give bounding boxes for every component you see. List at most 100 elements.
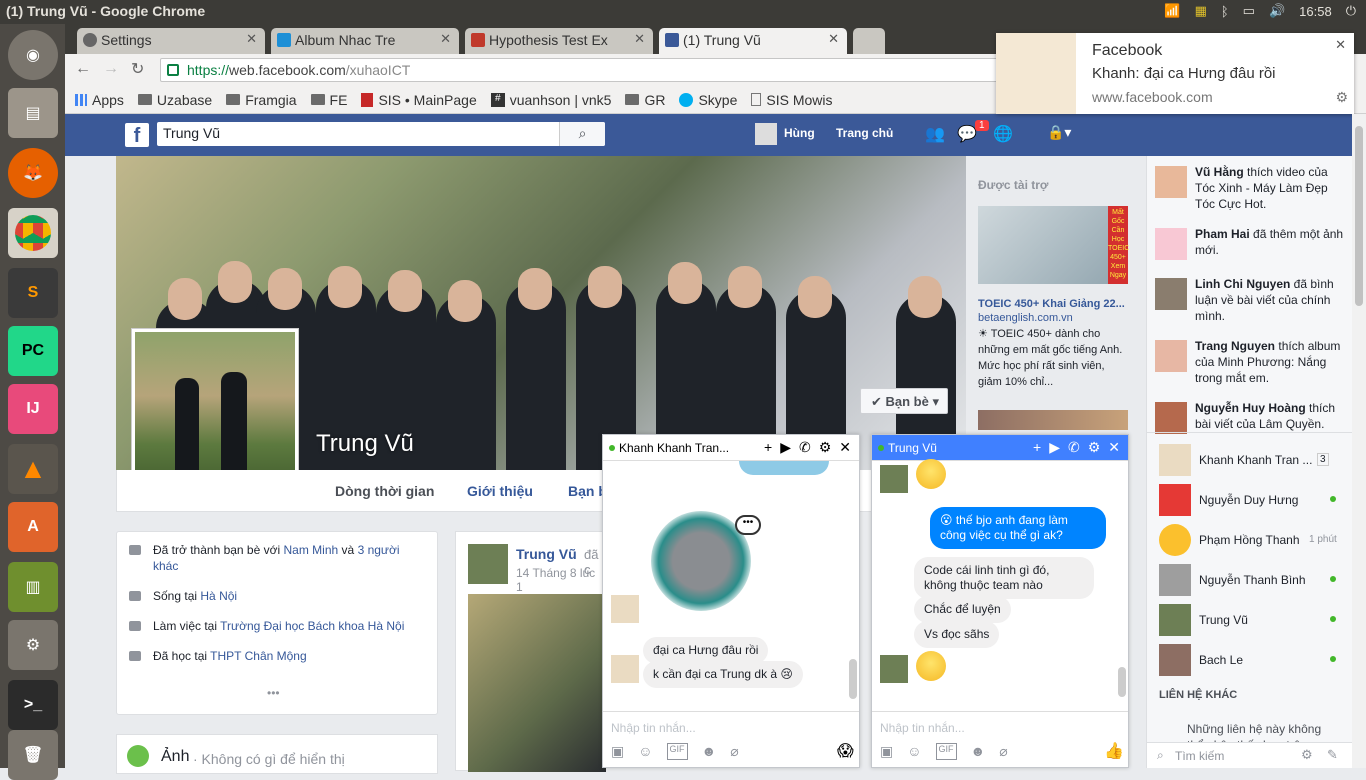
- phone-icon[interactable]: ✆: [799, 439, 811, 456]
- like-icon[interactable]: 👍: [1104, 741, 1124, 761]
- post-photo[interactable]: [468, 594, 606, 772]
- add-person-icon[interactable]: +: [764, 439, 772, 456]
- video-call-icon[interactable]: ▶: [780, 439, 791, 456]
- emoji-icon[interactable]: ☻: [702, 743, 717, 760]
- friend-status-button[interactable]: ✔ Bạn bè ▾: [860, 388, 948, 414]
- friend-link[interactable]: Nam Minh: [284, 543, 339, 557]
- contact-item[interactable]: Khanh Khanh Tran ... 3: [1159, 444, 1344, 478]
- contact-item[interactable]: Nguyễn Thanh Bình: [1159, 564, 1344, 598]
- post-author[interactable]: Trung Vũ: [516, 546, 577, 562]
- gear-icon[interactable]: ⚙: [1301, 747, 1313, 763]
- tab-settings[interactable]: Settings ✕: [77, 28, 265, 54]
- contact-item[interactable]: Phạm Hồng Thanh 1 phút: [1159, 524, 1344, 558]
- facebook-logo-icon[interactable]: f: [125, 123, 149, 147]
- desktop-notification[interactable]: Facebook Khanh: đại ca Hưng đâu rồi www.…: [996, 33, 1354, 114]
- new-tab-button[interactable]: [853, 28, 885, 54]
- volume-icon[interactable]: 🔊: [1269, 3, 1285, 19]
- sticker-icon[interactable]: ☺: [638, 743, 652, 760]
- contact-item[interactable]: Nguyễn Duy Hưng: [1159, 484, 1344, 518]
- ticker-item[interactable]: Trang Nguyen thích album của Minh Phương…: [1155, 338, 1345, 386]
- school-link[interactable]: THPT Chân Mộng: [210, 649, 307, 663]
- files-icon[interactable]: ▤: [8, 88, 58, 138]
- chat-title[interactable]: Khanh Khanh Tran...: [619, 441, 729, 455]
- compose-icon[interactable]: ✎: [1327, 747, 1338, 763]
- avatar[interactable]: [468, 544, 508, 584]
- gif-icon[interactable]: GIF: [666, 743, 688, 760]
- privacy-lock-icon[interactable]: 🔒▾: [1047, 124, 1071, 141]
- software-center-icon[interactable]: A: [8, 502, 58, 552]
- terminal-icon[interactable]: >_: [8, 680, 58, 730]
- system-settings-icon[interactable]: ⚙: [8, 620, 58, 670]
- address-bar[interactable]: https://web.facebook.com/xuhaoICT: [160, 58, 1060, 82]
- sublime-text-icon[interactable]: S: [8, 268, 58, 318]
- chat-title[interactable]: Trung Vũ: [888, 441, 937, 455]
- photo-icon[interactable]: ▣: [611, 743, 624, 760]
- gif-icon[interactable]: GIF: [935, 743, 957, 760]
- intellij-icon[interactable]: IJ: [8, 384, 58, 434]
- apps-indicator-icon[interactable]: ▦: [1195, 3, 1207, 19]
- bookmark-uzabase[interactable]: Uzabase: [137, 92, 212, 108]
- wifi-icon[interactable]: 📶: [1164, 3, 1180, 19]
- others-link[interactable]: 3 người: [358, 543, 400, 557]
- sticker-icon[interactable]: ☺: [907, 743, 921, 760]
- chrome-icon[interactable]: [8, 208, 58, 258]
- reaction-emoji-icon[interactable]: 😱: [837, 741, 854, 761]
- firefox-icon[interactable]: 🦊: [8, 148, 58, 198]
- search-input[interactable]: Trung Vũ: [157, 122, 605, 146]
- emoji-icon[interactable]: ☻: [971, 743, 986, 760]
- ticker-item[interactable]: Nguyễn Huy Hoàng thích bài viết của Lâm …: [1155, 400, 1345, 434]
- bookmark-framgia[interactable]: Framgia: [226, 92, 297, 108]
- books-icon[interactable]: ▥: [8, 562, 58, 612]
- ubuntu-dash-icon[interactable]: ◉: [8, 30, 58, 80]
- profile-link[interactable]: Hùng: [784, 126, 815, 140]
- avatar[interactable]: [755, 123, 777, 145]
- tab-hypothesis-test[interactable]: Hypothesis Test Ex ✕: [465, 28, 653, 54]
- vlc-icon[interactable]: ▲: [8, 444, 58, 494]
- bookmark-vuanhson[interactable]: # vuanhson | vnk5: [490, 92, 611, 108]
- ad-title[interactable]: TOEIC 450+ Khai Giảng 22...: [978, 298, 1128, 310]
- pycharm-icon[interactable]: PC: [8, 326, 58, 376]
- bookmark-fe[interactable]: FE: [310, 92, 347, 108]
- add-person-icon[interactable]: +: [1033, 439, 1041, 456]
- gear-icon[interactable]: ⚙: [1088, 439, 1101, 456]
- close-icon[interactable]: ✕: [440, 31, 451, 47]
- page-scrollbar[interactable]: [1352, 114, 1366, 768]
- ad-domain[interactable]: betaenglish.com.vn: [978, 312, 1128, 324]
- video-call-icon[interactable]: ▶: [1049, 439, 1060, 456]
- system-tray[interactable]: 📶 ▦ ᛒ ▭ 🔊 16:58 ⏻: [1164, 3, 1356, 19]
- attach-icon[interactable]: ⌀: [730, 743, 738, 760]
- contact-item[interactable]: Bach Le: [1159, 644, 1344, 678]
- close-icon[interactable]: ✕: [246, 31, 257, 47]
- battery-icon[interactable]: ▭: [1243, 3, 1255, 19]
- message-input[interactable]: Nhập tin nhắn...: [880, 721, 965, 735]
- sidebar-search[interactable]: ⌕ Tìm kiếm ⚙ ✎: [1147, 742, 1353, 768]
- city-link[interactable]: Hà Nội: [200, 589, 237, 603]
- clock[interactable]: 16:58: [1299, 4, 1332, 19]
- profile-name[interactable]: Trung Vũ: [316, 430, 414, 458]
- chat-header[interactable]: Trung Vũ + ▶ ✆ ⚙ ✕: [872, 435, 1128, 461]
- workplace-link[interactable]: Trường Đại học Bách khoa Hà Nội: [220, 619, 404, 633]
- home-link[interactable]: Trang chủ: [836, 126, 893, 140]
- trash-icon[interactable]: 🗑: [8, 730, 58, 780]
- tab-album-nhac-tre[interactable]: Album Nhac Tre ✕: [271, 28, 459, 54]
- tab-timeline[interactable]: Dòng thời gian: [335, 483, 434, 499]
- bookmark-sis-mowis[interactable]: SIS Mowis: [751, 92, 833, 108]
- close-icon[interactable]: ✕: [1108, 439, 1120, 456]
- close-icon[interactable]: ✕: [1335, 37, 1346, 53]
- bookmark-skype[interactable]: Skype: [679, 92, 737, 108]
- attach-icon[interactable]: ⌀: [999, 743, 1007, 760]
- ad-image-2[interactable]: [978, 410, 1128, 430]
- chat-header[interactable]: Khanh Khanh Tran... + ▶ ✆ ⚙ ✕: [603, 435, 859, 461]
- message-input[interactable]: Nhập tin nhắn...: [611, 721, 696, 735]
- bluetooth-icon[interactable]: ᛒ: [1221, 4, 1229, 19]
- bookmark-gr[interactable]: GR: [625, 92, 665, 108]
- gear-icon[interactable]: ⚙: [1335, 89, 1348, 106]
- search-icon[interactable]: ⌕: [559, 122, 605, 146]
- close-icon[interactable]: ✕: [839, 439, 851, 456]
- power-icon[interactable]: ⏻: [1346, 3, 1356, 19]
- scrollbar-thumb[interactable]: [1355, 126, 1363, 306]
- ticker-item[interactable]: Vũ Hằng thích video của Tóc Xinh - Máy L…: [1155, 164, 1345, 212]
- ad-image[interactable]: Mất Gốc Cần Học TOEIC 450+ Xem Ngay: [978, 206, 1129, 284]
- chat-scrollbar[interactable]: [1118, 667, 1126, 697]
- tab-facebook[interactable]: (1) Trung Vũ ✕: [659, 28, 847, 54]
